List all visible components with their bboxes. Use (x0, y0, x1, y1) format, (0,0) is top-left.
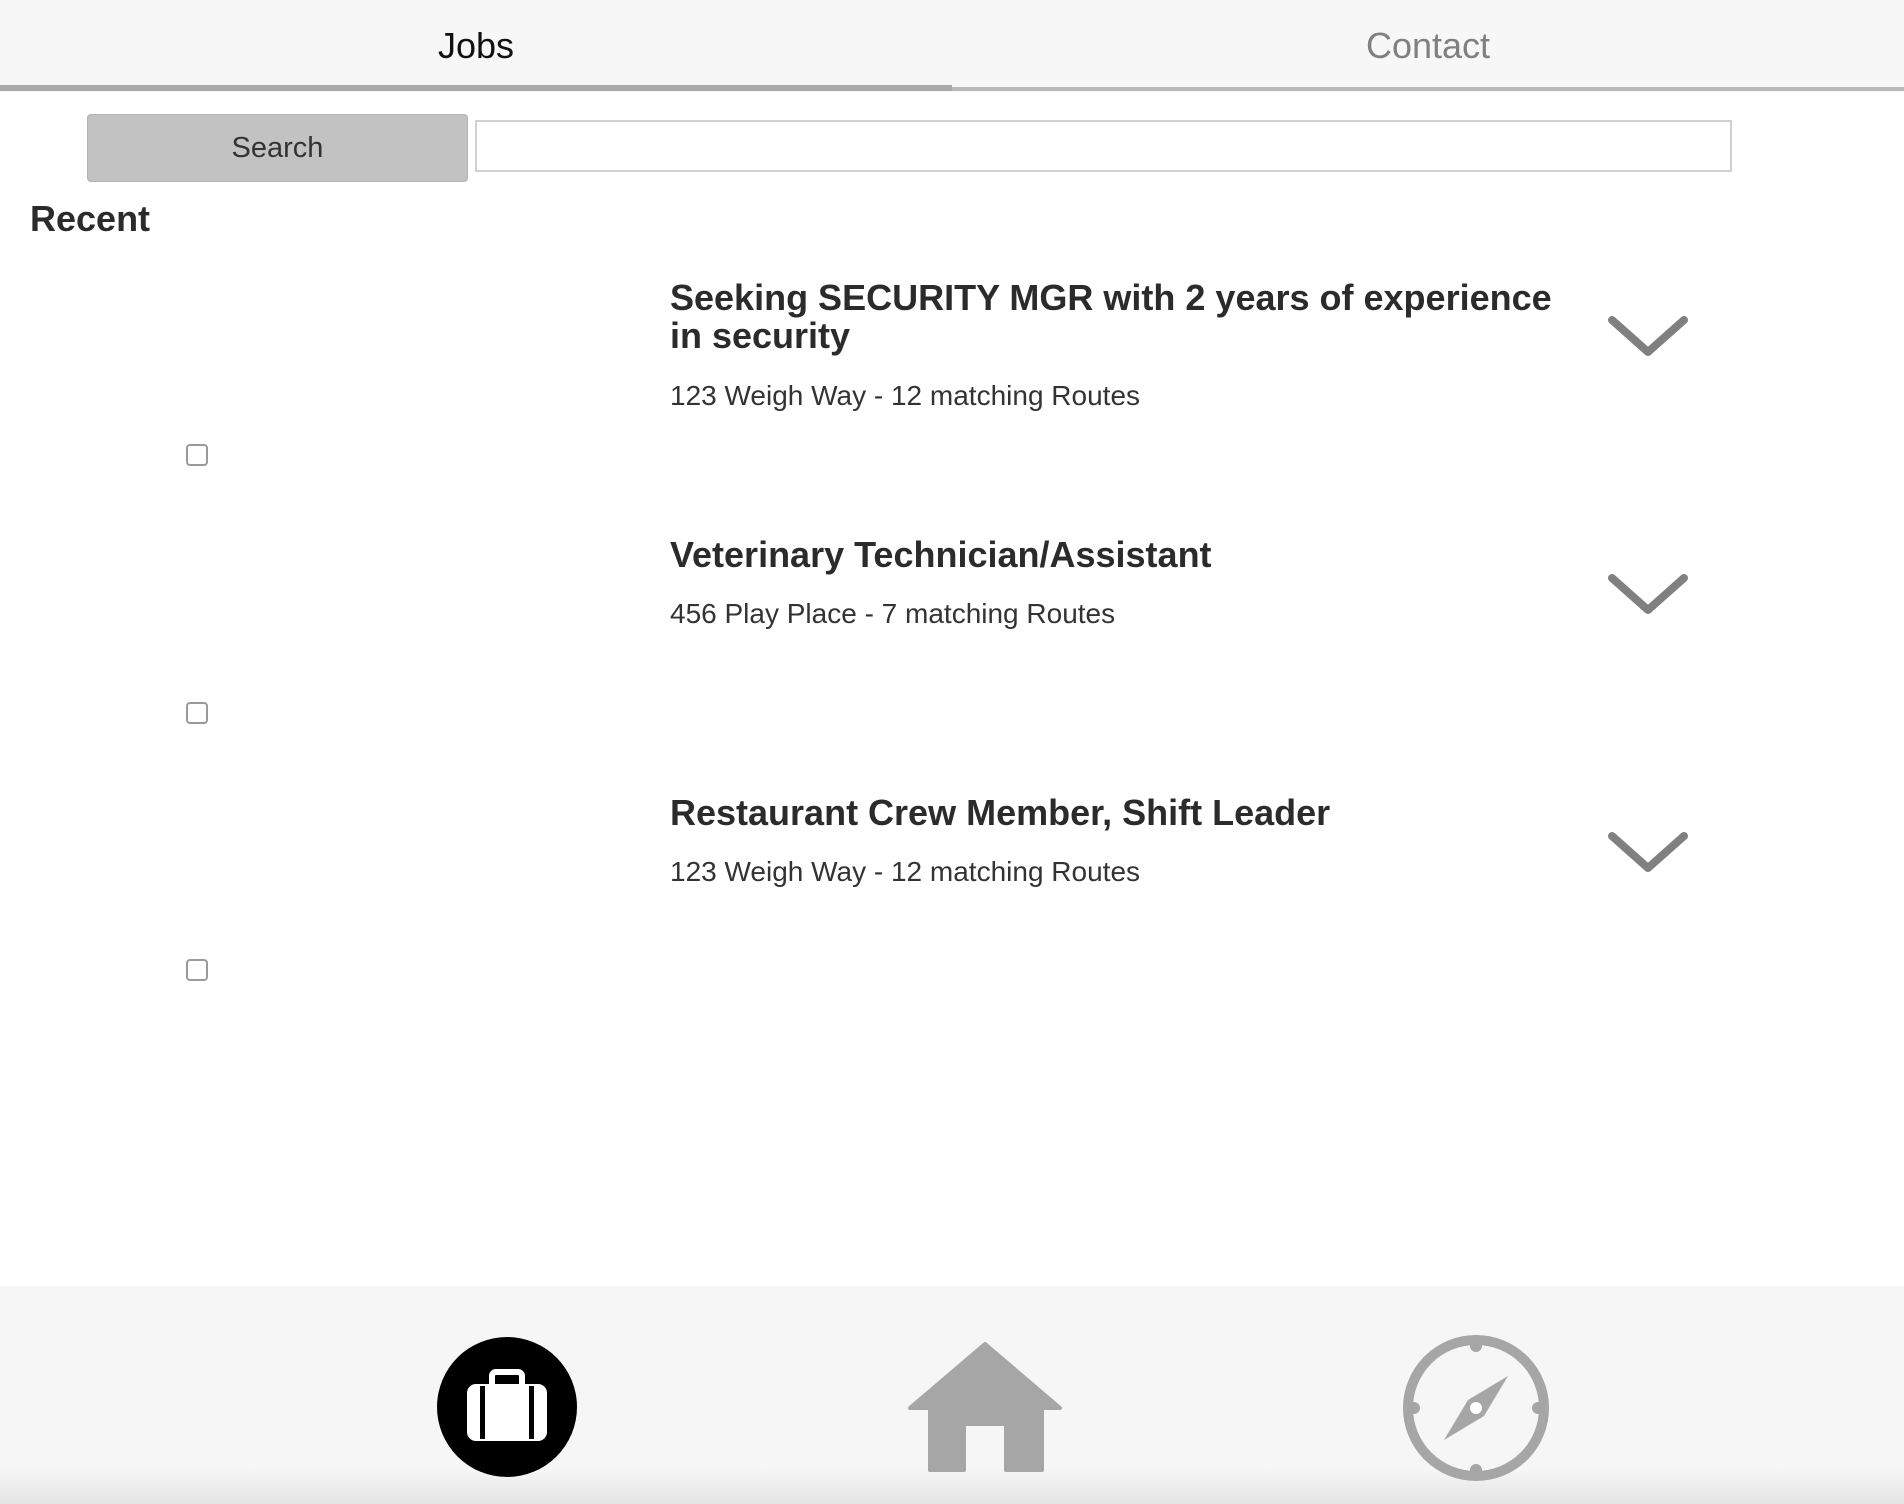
job-subtitle: 123 Weigh Way - 12 matching Routes (670, 856, 1141, 887)
search-button-label: Search (231, 131, 324, 164)
top-tab-bar: Jobs Contact (0, 0, 1904, 92)
tab-active-indicator (0, 85, 952, 91)
job-subtitle: 456 Play Place - 7 matching Routes (670, 598, 1116, 629)
job-select-checkbox[interactable] (186, 444, 208, 466)
chevron-down-icon[interactable] (1608, 830, 1688, 876)
job-title: Seeking SECURITY MGR with 2 years of exp… (670, 277, 1552, 356)
recent-heading: Recent (30, 198, 151, 239)
chevron-down-icon[interactable] (1608, 572, 1688, 618)
search-button[interactable]: Search (87, 114, 468, 182)
home-icon[interactable] (908, 1338, 1062, 1478)
tab-contact-label: Contact (1365, 25, 1491, 66)
tab-jobs-label: Jobs (437, 25, 515, 66)
tab-jobs[interactable]: Jobs (0, 0, 952, 92)
briefcase-icon[interactable] (436, 1336, 578, 1478)
job-subtitle: 123 Weigh Way - 12 matching Routes (670, 380, 1141, 411)
search-input[interactable] (475, 120, 1732, 172)
job-title: Restaurant Crew Member, Shift Leader (670, 792, 1331, 833)
tab-contact[interactable]: Contact (952, 0, 1904, 92)
bottom-nav-bar (0, 1286, 1904, 1504)
job-select-checkbox[interactable] (186, 702, 208, 724)
compass-icon[interactable] (1400, 1332, 1552, 1484)
job-select-checkbox[interactable] (186, 959, 208, 981)
chevron-down-icon[interactable] (1608, 314, 1688, 360)
job-title: Veterinary Technician/Assistant (670, 534, 1212, 575)
